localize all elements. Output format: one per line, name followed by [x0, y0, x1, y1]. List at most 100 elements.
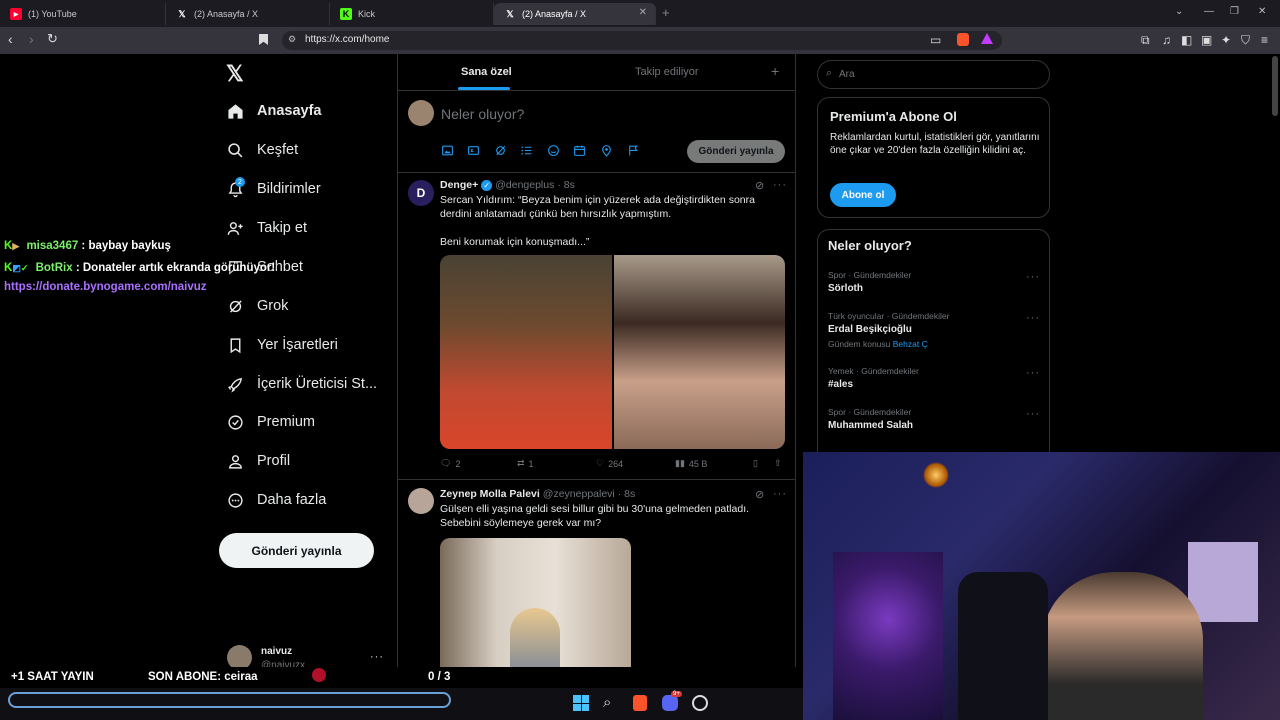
browser-tab-active[interactable]: 𝕏 (2) Anasayfa / X ✕	[494, 3, 656, 25]
tweet-author-handle[interactable]: @zeyneppalevi	[543, 488, 615, 500]
brave-browser-icon[interactable]	[633, 695, 647, 711]
donate-link[interactable]: https://donate.bynogame.com/naivuz	[4, 281, 207, 293]
avatar[interactable]: D	[408, 180, 434, 206]
maximize-icon[interactable]: ❐	[1230, 6, 1239, 17]
forward-icon[interactable]: ›	[29, 31, 34, 47]
nav-creator-studio[interactable]: İçerik Üreticisi St...	[226, 375, 377, 393]
trend-name[interactable]: Erdal Beşikçioğlu	[828, 324, 912, 335]
wallet-icon[interactable]: ▣	[1201, 33, 1212, 47]
tweet-author-name[interactable]: Denge+	[440, 179, 478, 191]
minimize-icon[interactable]: —	[1204, 6, 1214, 17]
cast-icon[interactable]: ▭	[930, 33, 941, 47]
add-tab-icon[interactable]: +	[771, 63, 779, 79]
trend-category: Yemek · Gündemdekiler	[828, 366, 919, 376]
composer-post-button[interactable]: Gönderi yayınla	[687, 140, 785, 163]
schedule-icon[interactable]	[573, 144, 586, 160]
extensions-icon[interactable]: ⧉	[1141, 33, 1150, 48]
obs-icon[interactable]	[692, 695, 708, 711]
gif-icon[interactable]	[467, 144, 480, 160]
nav-home[interactable]: Anasayfa	[226, 102, 321, 120]
account-menu-icon[interactable]: ···	[370, 651, 384, 663]
nav-bookmarks[interactable]: Yer İşaretleri	[226, 336, 338, 354]
discord-icon[interactable]	[662, 695, 678, 711]
grok-icon[interactable]: ⊘	[755, 488, 764, 501]
more-options-icon[interactable]: ···	[773, 488, 787, 500]
reload-icon[interactable]: ↻	[47, 31, 58, 47]
tweet-media[interactable]	[440, 538, 631, 688]
menu-icon[interactable]: ≡	[1261, 33, 1268, 47]
leo-ai-icon[interactable]: ✦	[1221, 33, 1231, 47]
emoji-icon[interactable]	[547, 144, 560, 160]
subscribe-button[interactable]: Abone ol	[830, 183, 896, 207]
trend-more-icon[interactable]: ···	[1026, 367, 1040, 379]
back-icon[interactable]: ‹	[8, 31, 13, 47]
bookmark-icon[interactable]: ▯	[753, 458, 758, 469]
brave-shield-icon[interactable]	[957, 33, 969, 46]
reply-button[interactable]: 🗨 2	[440, 458, 460, 469]
brave-rewards-icon[interactable]	[981, 33, 993, 44]
notification-badge: 2	[235, 177, 245, 187]
close-tab-icon[interactable]: ✕	[639, 7, 647, 18]
page-scrollbar[interactable]	[1272, 56, 1278, 116]
image-icon[interactable]	[441, 144, 454, 160]
premium-icon	[226, 413, 244, 431]
share-icon[interactable]: ⇧	[774, 458, 782, 469]
browser-tab[interactable]: 𝕏 (2) Anasayfa / X	[166, 3, 330, 25]
tab-following[interactable]: Takip ediliyor	[635, 66, 699, 78]
location-icon[interactable]	[600, 144, 613, 160]
new-tab-icon[interactable]: +	[662, 5, 670, 20]
tweet-media[interactable]	[440, 255, 785, 449]
tweet-photo[interactable]	[440, 255, 612, 449]
browser-tab[interactable]: ▶ (1) YouTube	[0, 3, 166, 25]
nav-explore[interactable]: Keşfet	[226, 141, 298, 159]
grok-icon[interactable]	[494, 144, 507, 160]
tab-title: (1) YouTube	[28, 9, 77, 19]
vpn-icon[interactable]: ⛉	[1241, 33, 1250, 48]
trend-more-icon[interactable]: ···	[1026, 312, 1040, 324]
goal-progress-bar	[8, 692, 451, 708]
x-logo-icon[interactable]: 𝕏	[226, 61, 244, 87]
nav-grok[interactable]: Grok	[226, 297, 288, 315]
repost-button[interactable]: ⇄ 1	[517, 458, 534, 469]
windows-start-icon[interactable]	[573, 695, 589, 711]
post-button[interactable]: Gönderi yayınla	[219, 533, 374, 568]
search-icon[interactable]: ⌕	[603, 694, 611, 711]
views-count: 45 B	[688, 458, 708, 469]
close-window-icon[interactable]: ✕	[1258, 6, 1266, 17]
more-options-icon[interactable]: ···	[773, 179, 787, 191]
tweet-time[interactable]: · 8s	[557, 179, 575, 191]
grok-icon[interactable]: ⊘	[755, 179, 764, 192]
browser-tab[interactable]: K Kick	[330, 3, 494, 25]
composer-input[interactable]: Neler oluyor?	[441, 106, 524, 122]
trend-more-icon[interactable]: ···	[1026, 271, 1040, 283]
trend-more-icon[interactable]: ···	[1026, 408, 1040, 420]
avatar[interactable]	[408, 488, 434, 514]
tweet-time[interactable]: · 8s	[618, 488, 636, 500]
poll-icon[interactable]	[520, 144, 533, 160]
nav-premium[interactable]: Premium	[226, 413, 315, 431]
like-button[interactable]: ♡ 264	[596, 458, 623, 469]
site-settings-icon[interactable]: ⚙	[288, 34, 296, 45]
tweet-author-handle[interactable]: @dengeplus	[495, 179, 554, 191]
nav-profile[interactable]: Profil	[226, 452, 290, 470]
trend-context-link[interactable]: Behzat Ç	[893, 339, 928, 349]
trend-name[interactable]: Sörloth	[828, 283, 863, 294]
trend-name[interactable]: Muhammed Salah	[828, 420, 913, 431]
music-icon[interactable]: ♫	[1162, 33, 1171, 47]
tweet-author-name[interactable]: Zeynep Molla Palevi	[440, 488, 540, 500]
chevron-down-icon[interactable]: ⌄	[1175, 6, 1183, 17]
views-button[interactable]: ▮▮ 45 B	[675, 458, 707, 469]
nav-label: Keşfet	[257, 142, 299, 158]
nav-more[interactable]: Daha fazla	[226, 491, 326, 509]
nav-notifications[interactable]: 2 Bildirimler	[226, 177, 321, 198]
nav-follow[interactable]: Takip et	[226, 219, 307, 237]
trend-name[interactable]: #ales	[828, 379, 853, 390]
avatar[interactable]	[408, 100, 434, 126]
address-bar[interactable]	[282, 31, 1002, 50]
sidebar-toggle-icon[interactable]: ◧	[1181, 33, 1192, 47]
tweet-photo[interactable]	[613, 255, 785, 449]
flag-icon[interactable]	[627, 144, 640, 160]
search-input[interactable]: Ara	[839, 69, 855, 80]
chat-text: : Donateler artık ekranda görünüyor!	[72, 262, 276, 274]
tab-for-you[interactable]: Sana özel	[461, 66, 512, 78]
